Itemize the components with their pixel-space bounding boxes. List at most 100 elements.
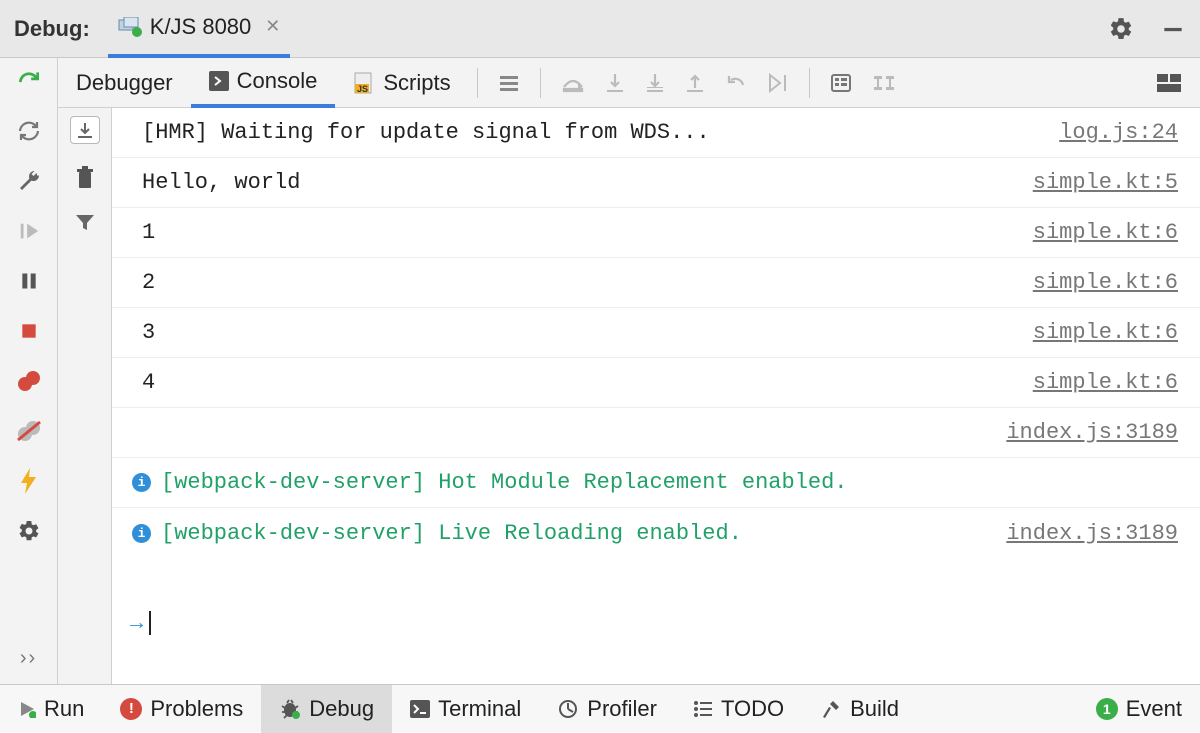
info-icon: i <box>132 473 151 492</box>
console-row: i [webpack-dev-server] Hot Module Replac… <box>112 458 1200 508</box>
scroll-to-end-icon[interactable] <box>70 116 100 144</box>
bottom-build-label: Build <box>850 696 899 722</box>
refresh-icon[interactable] <box>16 118 42 144</box>
event-count-badge: 1 <box>1096 698 1118 720</box>
bottom-debug-label: Debug <box>309 696 374 722</box>
console-msg: 3 <box>142 320 1017 345</box>
console-prompt[interactable]: → <box>112 598 1200 648</box>
console-msg: Hello, world <box>142 170 1017 195</box>
tab-scripts[interactable]: JS Scripts <box>335 58 468 108</box>
console-msg: 4 <box>142 370 1017 395</box>
run-to-cursor-icon[interactable] <box>767 72 789 94</box>
text-cursor <box>149 611 151 635</box>
console-msg: 2 <box>142 270 1017 295</box>
settings-gear-icon[interactable] <box>1108 16 1134 42</box>
console-msg: 1 <box>142 220 1017 245</box>
breakpoints-icon[interactable] <box>16 368 42 394</box>
debug-left-toolbar: ›› <box>0 58 58 684</box>
debug-settings-icon[interactable] <box>16 518 42 544</box>
step-out-icon[interactable] <box>685 72 705 94</box>
run-config-icon <box>118 17 142 37</box>
filter-icon[interactable] <box>74 212 96 232</box>
evaluate-icon[interactable] <box>830 73 852 93</box>
pause-icon[interactable] <box>16 268 42 294</box>
mute-breakpoints-icon[interactable] <box>16 418 42 444</box>
console-row: 4 simple.kt:6 <box>112 358 1200 408</box>
console-source-link[interactable]: simple.kt:6 <box>1033 320 1178 345</box>
bottom-problems-label: Problems <box>150 696 243 722</box>
bottom-tab-run[interactable]: Run <box>0 685 102 733</box>
bottom-tool-bar: Run ! Problems Debug Terminal Profiler T… <box>0 684 1200 732</box>
bottom-event-label: Event <box>1126 696 1182 722</box>
force-step-into-icon[interactable] <box>645 72 665 94</box>
tab-debugger[interactable]: Debugger <box>58 58 191 108</box>
bottom-tab-problems[interactable]: ! Problems <box>102 685 261 733</box>
console-source-link[interactable]: simple.kt:6 <box>1033 370 1178 395</box>
step-into-icon[interactable] <box>605 72 625 94</box>
bottom-profiler-label: Profiler <box>587 696 657 722</box>
bottom-tab-build[interactable]: Build <box>802 685 917 733</box>
info-icon: i <box>132 524 151 543</box>
debug-tabs: Debugger Console JS Scripts <box>58 58 1200 108</box>
debug-config-name: K/JS 8080 <box>150 14 252 40</box>
bottom-tab-event[interactable]: 1 Event <box>1078 685 1200 733</box>
bottom-tab-todo[interactable]: TODO <box>675 685 802 733</box>
bottom-terminal-label: Terminal <box>438 696 521 722</box>
js-file-icon: JS <box>353 72 375 94</box>
bottom-tab-debug[interactable]: Debug <box>261 685 392 733</box>
resume-icon[interactable] <box>16 218 42 244</box>
tab-scripts-label: Scripts <box>383 70 450 96</box>
play-icon <box>18 700 36 718</box>
console-source-link[interactable]: simple.kt:5 <box>1033 170 1178 195</box>
console-source-link[interactable]: index.js:3189 <box>1006 420 1178 445</box>
show-frames-icon[interactable] <box>498 73 520 93</box>
console-source-link[interactable]: index.js:3189 <box>1006 521 1178 546</box>
svg-text:JS: JS <box>357 84 368 94</box>
console-msg: [webpack-dev-server] Live Reloading enab… <box>161 521 990 546</box>
lightning-icon[interactable] <box>16 468 42 494</box>
console-row: Hello, world simple.kt:5 <box>112 158 1200 208</box>
layout-icon[interactable] <box>1156 73 1182 93</box>
error-badge-icon: ! <box>120 698 142 720</box>
tab-console-label: Console <box>237 68 318 94</box>
profiler-icon <box>557 698 579 720</box>
stop-icon[interactable] <box>16 318 42 344</box>
console-msg: [webpack-dev-server] Hot Module Replacem… <box>161 470 1178 495</box>
drop-frame-icon[interactable] <box>725 72 747 94</box>
tab-debugger-label: Debugger <box>76 70 173 96</box>
clear-console-icon[interactable] <box>75 166 95 190</box>
console-row: 3 simple.kt:6 <box>112 308 1200 358</box>
prompt-arrow-icon: → <box>130 611 143 636</box>
tab-console[interactable]: Console <box>191 58 336 108</box>
terminal-icon <box>410 700 430 718</box>
trace-icon[interactable] <box>872 73 896 93</box>
more-icon[interactable]: ›› <box>20 647 37 670</box>
console-side-toolbar <box>58 108 112 684</box>
console-output[interactable]: [HMR] Waiting for update signal from WDS… <box>112 108 1200 684</box>
debug-label: Debug: <box>14 16 90 42</box>
debug-header: Debug: K/JS 8080 ✕ <box>0 0 1200 58</box>
bottom-tab-terminal[interactable]: Terminal <box>392 685 539 733</box>
console-row: 2 simple.kt:6 <box>112 258 1200 308</box>
console-row: [HMR] Waiting for update signal from WDS… <box>112 108 1200 158</box>
console-row: 1 simple.kt:6 <box>112 208 1200 258</box>
minimize-icon[interactable] <box>1160 16 1186 42</box>
console-chevron-icon <box>209 71 229 91</box>
hammer-icon <box>820 698 842 720</box>
step-over-icon[interactable] <box>561 73 585 93</box>
console-source-link[interactable]: simple.kt:6 <box>1033 220 1178 245</box>
console-msg: [HMR] Waiting for update signal from WDS… <box>142 120 1043 145</box>
wrench-icon[interactable] <box>16 168 42 194</box>
rerun-icon[interactable] <box>16 68 42 94</box>
console-source-link[interactable]: simple.kt:6 <box>1033 270 1178 295</box>
debug-config-tab[interactable]: K/JS 8080 ✕ <box>108 0 291 58</box>
bottom-run-label: Run <box>44 696 84 722</box>
console-source-link[interactable]: log.js:24 <box>1059 120 1178 145</box>
list-icon <box>693 700 713 718</box>
bottom-todo-label: TODO <box>721 696 784 722</box>
console-row: i [webpack-dev-server] Live Reloading en… <box>112 508 1200 558</box>
console-row: index.js:3189 <box>112 408 1200 458</box>
bottom-tab-profiler[interactable]: Profiler <box>539 685 675 733</box>
bug-icon <box>279 698 301 720</box>
close-tab-icon[interactable]: ✕ <box>265 16 280 37</box>
